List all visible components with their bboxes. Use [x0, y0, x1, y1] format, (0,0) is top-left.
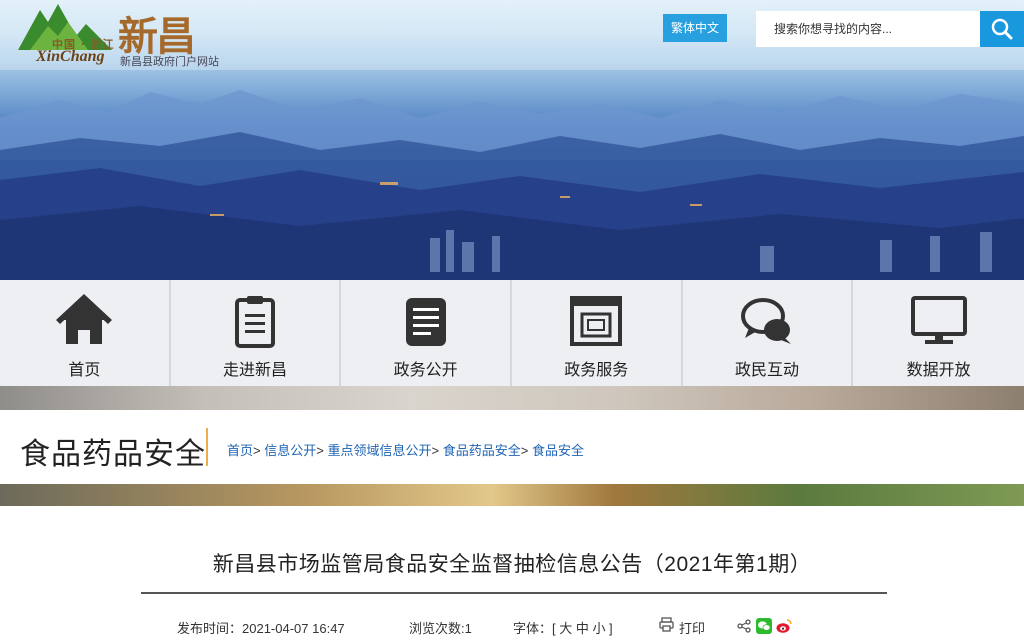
wechat-icon[interactable]	[756, 618, 772, 634]
document-icon	[405, 298, 446, 346]
publish-time-value: 2021-04-07 16:47	[242, 621, 345, 636]
main-nav: 首页 走进新昌 政务公开 政务服务 政民互动 数据开放	[0, 280, 1024, 386]
print-button[interactable]: 打印	[679, 618, 705, 637]
nav-item-open-data[interactable]: 数据开放	[853, 280, 1024, 386]
nav-label-home: 首页	[68, 362, 101, 379]
breadcrumb-key-areas[interactable]: 重点领域信息公开	[327, 443, 431, 458]
view-count-label: 浏览次数:	[409, 621, 465, 636]
nav-label-interaction: 政民互动	[734, 362, 799, 379]
nav-label-about: 走进新昌	[222, 362, 287, 379]
nav-item-gov-affairs[interactable]: 政务公开	[341, 280, 512, 386]
breadcrumb-home[interactable]: 首页	[227, 443, 253, 458]
section-header: 食品药品安全 首页> 信息公开> 重点领域信息公开> 食品药品安全> 食品安全	[0, 410, 1024, 484]
search-input[interactable]	[756, 11, 980, 47]
article-title: 新昌县市场监管局食品安全监督抽检信息公告（2021年第1期）	[212, 553, 812, 576]
search-button[interactable]	[980, 11, 1024, 47]
nav-item-gov-services[interactable]: 政务服务	[511, 280, 683, 386]
article-divider	[141, 592, 887, 594]
site-subtitle: 新昌县政府门户网站	[120, 56, 219, 68]
nav-label-open-data: 数据开放	[906, 362, 971, 379]
logo-latin-text: XinChang	[36, 48, 105, 65]
section-title: 食品药品安全	[20, 438, 206, 471]
site-header: 中国 · 浙江 XinChang 新昌 新昌县政府门户网站 繁体中文	[0, 0, 1024, 70]
traditional-chinese-button[interactable]: 繁体中文	[663, 14, 727, 42]
home-icon	[56, 294, 113, 344]
view-count-value: 1	[464, 621, 472, 636]
chat-bubbles-icon	[740, 298, 791, 344]
breadcrumb-food-safety[interactable]: 食品安全	[532, 443, 584, 458]
publish-time-label: 发布时间：	[177, 621, 243, 636]
print-icon[interactable]	[659, 617, 674, 632]
clipboard-icon	[234, 296, 275, 348]
search-icon	[991, 18, 1013, 40]
monitor-icon	[910, 296, 967, 344]
nav-item-home[interactable]: 首页	[0, 280, 171, 386]
nav-item-interaction[interactable]: 政民互动	[682, 280, 854, 386]
view-count: 浏览次数:1	[409, 618, 472, 637]
breadcrumb-food-drug-safety[interactable]: 食品药品安全	[443, 443, 521, 458]
nav-label-gov-services: 政务服务	[564, 362, 629, 379]
service-frame-icon	[570, 296, 623, 346]
breadcrumb: 首页> 信息公开> 重点领域信息公开> 食品药品安全> 食品安全	[227, 443, 584, 458]
font-size-switcher[interactable]: 字体：[ 大 中 小 ]	[513, 618, 613, 637]
site-logo[interactable]: 中国 · 浙江 XinChang 新昌 新昌县政府门户网站	[14, 2, 224, 68]
nav-label-gov-affairs: 政务公开	[393, 362, 458, 379]
article-panel: 新昌县市场监管局食品安全监督抽检信息公告（2021年第1期） 发布时间：2021…	[0, 506, 1024, 640]
nav-item-about[interactable]: 走进新昌	[170, 280, 342, 386]
publish-time: 发布时间：2021-04-07 16:47	[177, 618, 345, 637]
weibo-icon[interactable]	[776, 618, 792, 634]
breadcrumb-info-disclosure[interactable]: 信息公开	[264, 443, 316, 458]
title-divider	[206, 428, 208, 466]
share-icon[interactable]	[737, 619, 751, 633]
decorative-strip	[0, 484, 1024, 506]
